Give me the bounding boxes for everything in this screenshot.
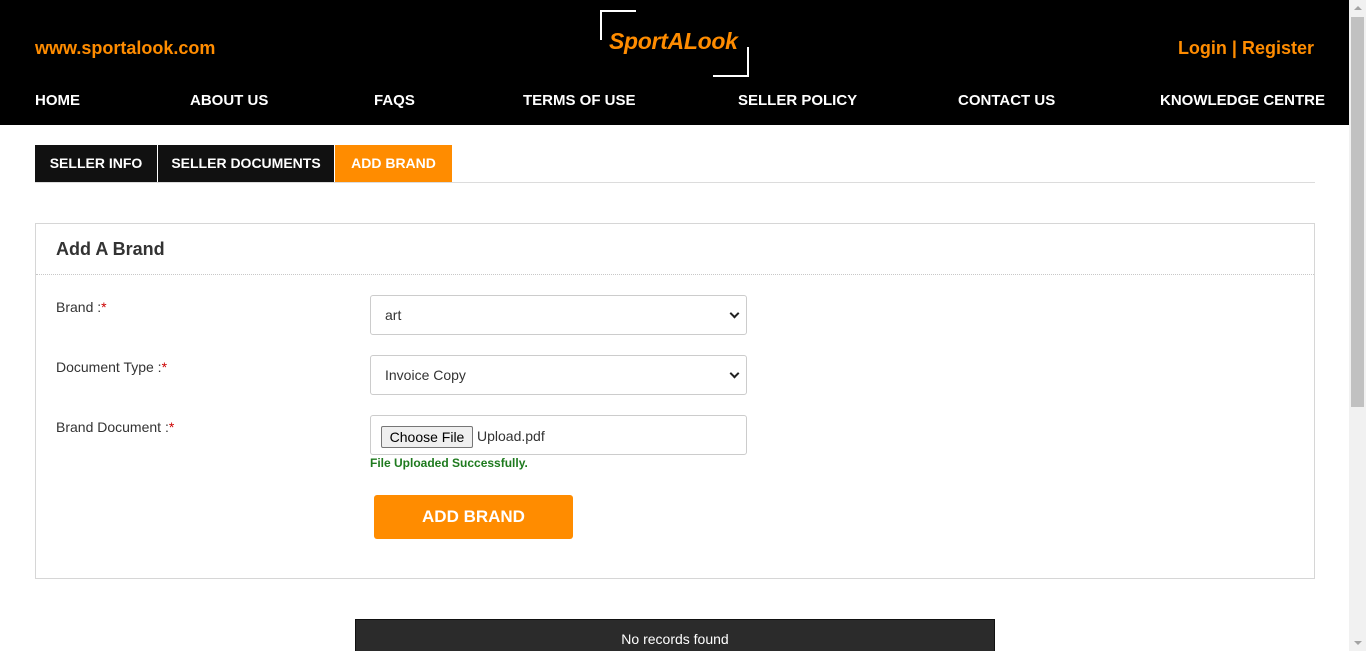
register-link[interactable]: Register — [1242, 38, 1314, 58]
tab-seller-info[interactable]: SELLER INFO — [35, 145, 157, 182]
tab-seller-documents[interactable]: SELLER DOCUMENTS — [158, 145, 334, 182]
vertical-scrollbar[interactable] — [1349, 0, 1366, 651]
chevron-down-icon — [729, 308, 740, 319]
site-url-link[interactable]: www.sportalook.com — [35, 38, 215, 59]
site-header: www.sportalook.com SportALook Login | Re… — [0, 0, 1349, 125]
sportalook-logo[interactable]: SportALook — [600, 10, 749, 77]
nav-item-faqs[interactable]: FAQS — [374, 92, 415, 109]
document-type-select[interactable]: Invoice Copy — [370, 355, 747, 395]
document-type-label-text: Document Type : — [56, 359, 162, 375]
document-type-label: Document Type :* — [56, 359, 167, 375]
required-mark: * — [161, 359, 168, 375]
brand-document-label-text: Brand Document : — [56, 419, 169, 435]
brand-label: Brand :* — [56, 299, 107, 315]
required-mark: * — [168, 419, 175, 435]
panel-divider — [36, 274, 1314, 275]
scroll-up-arrow-icon[interactable] — [1349, 0, 1366, 17]
choose-file-button[interactable]: Choose File — [381, 426, 473, 448]
brand-document-label: Brand Document :* — [56, 419, 174, 435]
login-link[interactable]: Login — [1178, 38, 1227, 58]
scroll-down-arrow-icon[interactable] — [1349, 634, 1366, 651]
brand-document-file-input[interactable]: Choose File Upload.pdf — [370, 415, 747, 455]
required-mark: * — [101, 299, 107, 315]
auth-separator: | — [1226, 38, 1242, 58]
records-table-empty: No records found — [355, 619, 995, 651]
auth-links: Login | Register — [1178, 38, 1314, 59]
page: www.sportalook.com SportALook Login | Re… — [0, 0, 1366, 651]
seller-tabs: SELLER INFO SELLER DOCUMENTS ADD BRAND — [35, 145, 1315, 183]
add-brand-button[interactable]: ADD BRAND — [374, 495, 573, 539]
chevron-down-icon — [729, 368, 740, 379]
no-records-message: No records found — [621, 631, 729, 647]
document-type-select-value: Invoice Copy — [385, 367, 466, 383]
selected-file-name: Upload.pdf — [477, 428, 545, 444]
scrollbar-thumb[interactable] — [1351, 17, 1364, 407]
nav-item-seller-policy[interactable]: SELLER POLICY — [738, 92, 857, 109]
panel-title: Add A Brand — [56, 239, 165, 259]
brand-label-text: Brand : — [56, 299, 102, 315]
nav-item-contact-us[interactable]: CONTACT US — [958, 92, 1055, 109]
brand-select-value: art — [385, 307, 402, 323]
nav-item-home[interactable]: HOME — [35, 92, 80, 109]
logo-text: SportALook — [609, 28, 738, 54]
main-nav: HOME ABOUT US FAQS TERMS OF USE SELLER P… — [0, 92, 1349, 112]
nav-item-about-us[interactable]: ABOUT US — [190, 92, 268, 109]
upload-success-message: File Uploaded Successfully. — [370, 456, 528, 470]
add-brand-panel: Add A Brand Brand :* art Document Type :… — [35, 223, 1315, 579]
brand-select[interactable]: art — [370, 295, 747, 335]
nav-item-knowledge-centre[interactable]: KNOWLEDGE CENTRE — [1160, 92, 1325, 109]
tab-add-brand[interactable]: ADD BRAND — [335, 145, 452, 182]
nav-item-terms-of-use[interactable]: TERMS OF USE — [523, 92, 636, 109]
